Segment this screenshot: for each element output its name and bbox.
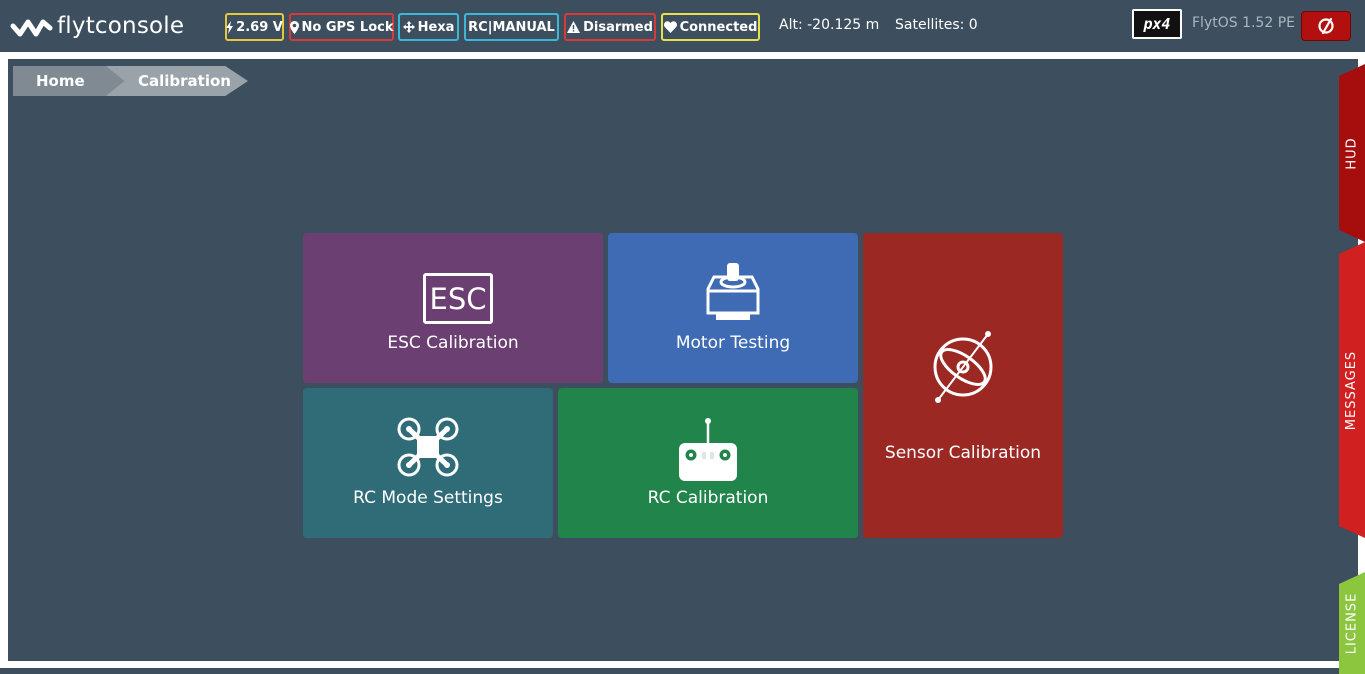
hud-tab[interactable]: HUD bbox=[1339, 64, 1365, 242]
motor-testing-label: Motor Testing bbox=[675, 333, 791, 353]
sensor-calibration-tile[interactable]: Sensor Calibration bbox=[863, 233, 1063, 538]
gyroscope-icon bbox=[933, 331, 993, 403]
rc-transmitter-icon bbox=[679, 418, 737, 481]
bottom-bar bbox=[0, 668, 1365, 674]
breadcrumb-calibration: Calibration bbox=[106, 66, 248, 96]
power-button[interactable] bbox=[1301, 11, 1351, 41]
esc-icon: ESC bbox=[423, 273, 493, 324]
altitude-readout: Alt: -20.125 m bbox=[779, 17, 880, 33]
motor-icon bbox=[706, 263, 760, 320]
rc-mode-settings-label: RC Mode Settings bbox=[353, 488, 503, 508]
logo-text: flytconsole bbox=[57, 13, 185, 39]
frame-type-badge: Hexa bbox=[398, 13, 459, 41]
px4-logo-text: px4 bbox=[1134, 11, 1180, 37]
messages-tab[interactable]: MESSAGES bbox=[1339, 242, 1365, 538]
hud-tab-label: HUD bbox=[1344, 136, 1360, 170]
flight-mode-badge: RC|MANUAL bbox=[464, 13, 559, 41]
map-marker-icon bbox=[289, 20, 299, 34]
top-bar: flytconsole 2.69 V No GPS Lock Hexa RC|M… bbox=[0, 0, 1365, 52]
flytconsole-logo[interactable]: flytconsole bbox=[10, 13, 184, 39]
messages-tab-label: MESSAGES bbox=[1344, 350, 1360, 430]
px4-logo: px4 bbox=[1132, 9, 1182, 39]
flytos-version: FlytOS 1.52 PE bbox=[1192, 15, 1295, 31]
heart-icon bbox=[663, 21, 677, 33]
rc-calibration-tile[interactable]: RC Calibration bbox=[558, 388, 858, 538]
flytbase-wave-icon bbox=[10, 19, 53, 37]
rc-mode-settings-tile[interactable]: RC Mode Settings bbox=[303, 388, 553, 538]
battery-voltage-badge: 2.69 V bbox=[225, 13, 284, 41]
arm-status-badge: Disarmed bbox=[564, 13, 656, 41]
power-off-icon bbox=[1318, 17, 1334, 35]
rc-calibration-label: RC Calibration bbox=[647, 488, 769, 508]
esc-calibration-label: ESC Calibration bbox=[387, 333, 519, 353]
warning-triangle-icon bbox=[567, 21, 581, 33]
satellites-readout: Satellites: 0 bbox=[895, 17, 978, 33]
main-panel: Home Calibration ESC ESC Calibration Mot… bbox=[8, 59, 1358, 661]
gps-status-badge: No GPS Lock bbox=[289, 13, 394, 41]
license-tab-label: LICENSE bbox=[1344, 592, 1360, 654]
connection-status-badge: Connected bbox=[661, 13, 760, 41]
esc-calibration-tile[interactable]: ESC ESC Calibration bbox=[303, 233, 603, 383]
motor-testing-tile[interactable]: Motor Testing bbox=[608, 233, 858, 383]
license-tab[interactable]: LICENSE bbox=[1339, 572, 1365, 674]
quadcopter-icon bbox=[397, 417, 459, 477]
sensor-calibration-label: Sensor Calibration bbox=[884, 443, 1042, 463]
lightning-icon bbox=[226, 20, 234, 34]
move-arrows-icon bbox=[402, 21, 415, 33]
